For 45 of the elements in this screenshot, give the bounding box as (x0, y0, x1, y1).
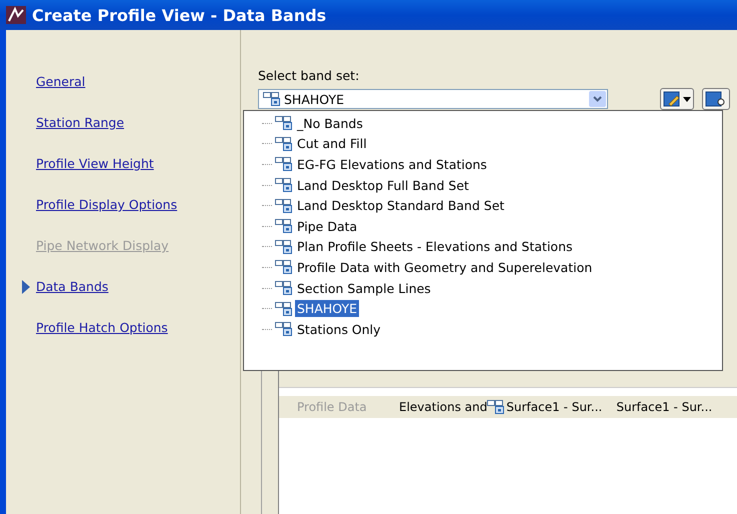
band-set-icon (275, 322, 292, 336)
chevron-icon (593, 96, 602, 102)
table-cell-text: Profile Data (297, 400, 368, 414)
band-set-option[interactable]: Land Desktop Full Band Set (295, 176, 471, 194)
sidebar-link[interactable]: Profile Hatch Options (36, 318, 168, 338)
band-set-option[interactable]: _No Bands (295, 114, 365, 132)
band-set-dropdown[interactable]: SHAHOYE (258, 89, 608, 109)
band-set-label: Select band set: (258, 68, 360, 84)
band-set-icon (275, 281, 292, 296)
sidebar-link[interactable]: General (36, 72, 86, 92)
band-set-icon (275, 260, 292, 274)
band-set-icon (275, 116, 292, 130)
app-icon (6, 6, 26, 24)
band-set-icon (275, 219, 292, 234)
caret-icon (683, 96, 691, 102)
band-set-option[interactable]: Cut and Fill (295, 135, 369, 152)
window-title: Create Profile View - Data Bands (32, 6, 326, 24)
sidebar-link[interactable]: Data Bands (36, 277, 108, 297)
band-set-icon (275, 157, 292, 172)
band-set-option[interactable]: SHAHOYE (295, 300, 359, 318)
band-set-option[interactable]: EG-FG Elevations and Stations (295, 156, 489, 173)
band-set-option[interactable]: Stations Only (295, 320, 383, 338)
sidebar-link[interactable]: Profile View Height (36, 154, 154, 174)
band-set-icon (275, 302, 292, 316)
table-cell: Surface1 - Sur... (616, 400, 712, 414)
band-set-option[interactable]: Plan Profile Sheets - Elevations and Stations (295, 238, 575, 256)
band-set-option[interactable]: Section Sample Lines (295, 280, 433, 297)
sidebar-link[interactable]: Station Range (36, 113, 124, 133)
band-set-option[interactable]: Land Desktop Standard Band Set (295, 197, 506, 214)
band-set-icon (275, 240, 292, 254)
dropdown-arrow-button[interactable] (589, 91, 606, 107)
band-set-option[interactable]: Profile Data with Geometry and Superelevation (295, 258, 594, 276)
table-row[interactable]: Profile Data Elevations and Surface1 - Sur... Surface1 - Sur... (279, 396, 737, 418)
edit-style-button[interactable] (660, 88, 694, 110)
sidebar-link[interactable]: Profile Display Options (36, 195, 178, 215)
preview-button[interactable] (702, 88, 730, 110)
table-cell: Elevations and (399, 400, 488, 414)
pencil-icon (663, 91, 681, 107)
band-set-icon (275, 178, 292, 192)
table-cell-text: Surface1 - Sur... (506, 400, 604, 414)
band-set-icon (275, 198, 292, 213)
band-set-icon (263, 92, 280, 106)
band-set-icon (275, 136, 292, 151)
band-set-option[interactable]: Pipe Data (295, 218, 360, 235)
band-set-icon (487, 400, 504, 414)
